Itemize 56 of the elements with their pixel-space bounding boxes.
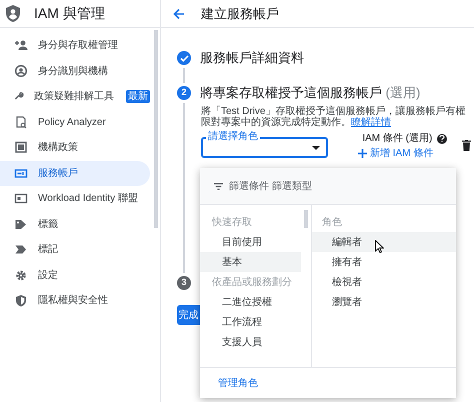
category-item[interactable]: 二進位授權 (200, 292, 301, 312)
step-number: 2 (177, 86, 191, 100)
caret-icon (312, 146, 320, 150)
scrollbar[interactable] (154, 30, 158, 228)
filter-field[interactable]: 篩選條件 篩選類型 (229, 178, 312, 194)
help-icon[interactable] (437, 134, 448, 144)
category-item[interactable]: 基本 (200, 252, 301, 272)
trash-icon[interactable] (462, 140, 471, 151)
sidebar-item[interactable]: 身分與存取權管理 (0, 33, 150, 58)
person-add-icon (14, 39, 28, 52)
sidebar-title: IAM 與管理 (34, 4, 105, 23)
role-item[interactable]: 檢視者 (312, 272, 456, 292)
sidebar-item[interactable]: 標記 (0, 237, 150, 262)
sidebar-item[interactable]: 服務帳戶 (0, 160, 150, 186)
category-item[interactable]: 工作流程 (200, 312, 301, 332)
role-item[interactable]: 瀏覽者 (312, 292, 456, 312)
category-item[interactable]: 支援人員 (200, 332, 301, 352)
role-item[interactable]: 編輯者 (312, 232, 456, 252)
sidebar-item[interactable]: 身分識別與機構 (0, 58, 150, 84)
sidebar-item[interactable]: 隱私權與安全性 (0, 288, 150, 314)
sidebar-item[interactable]: 機構政策 (0, 135, 150, 160)
sidebar-item[interactable]: Workload Identity 聯盟 (0, 186, 150, 212)
role-item[interactable]: 擁有者 (312, 252, 456, 272)
label-icon (14, 243, 28, 256)
iam-condition-label: IAM 條件 (選用) (362, 132, 432, 146)
mouse-cursor-icon (375, 240, 384, 253)
shield-icon (14, 294, 28, 308)
roles-heading: 角色 (321, 216, 343, 230)
tag-icon (14, 218, 28, 231)
step-number: 3 (177, 276, 191, 290)
page-title: 建立服務帳戶 (201, 4, 279, 23)
id-card-icon (14, 192, 28, 206)
sidebar-item[interactable]: 設定 (0, 262, 150, 288)
filter-icon (214, 182, 223, 190)
learn-more-link[interactable]: 瞭解詳情 (351, 117, 391, 128)
gear-icon (14, 268, 28, 282)
shield-person-icon (6, 5, 20, 22)
step-title: 將專案存取權授予這個服務帳戶 (選用) (200, 84, 420, 102)
back-arrow-icon[interactable] (173, 8, 185, 20)
sidebar-item[interactable]: Policy Analyzer (0, 110, 150, 135)
new-badge: 最新 (126, 90, 150, 104)
document-icon (14, 141, 28, 154)
key-card-icon (14, 166, 28, 180)
plus-icon (358, 149, 367, 158)
step-description: 將「Test Drive」存取權授予這個服務帳戶，讓服務帳戶有權限對專案中的資源完成特定動作。瞭解詳情 (201, 106, 466, 128)
document-search-icon (14, 116, 28, 129)
manage-roles-link[interactable]: 管理角色 (218, 376, 258, 390)
sidebar-item[interactable]: 政策疑難排解工具 最新 (0, 84, 150, 110)
step-title: 服務帳戶詳細資料 (200, 49, 304, 68)
category-heading: 快速存取 (210, 216, 253, 230)
done-button[interactable]: 完成 (177, 305, 200, 325)
add-iam-condition-button[interactable]: 新增 IAM 條件 (358, 146, 434, 161)
sidebar-item[interactable]: 標籤 (0, 212, 150, 237)
category-heading: 依產品或服務劃分 (211, 276, 293, 290)
scrollbar[interactable] (304, 210, 308, 228)
category-item[interactable]: 目前使用 (200, 232, 301, 252)
